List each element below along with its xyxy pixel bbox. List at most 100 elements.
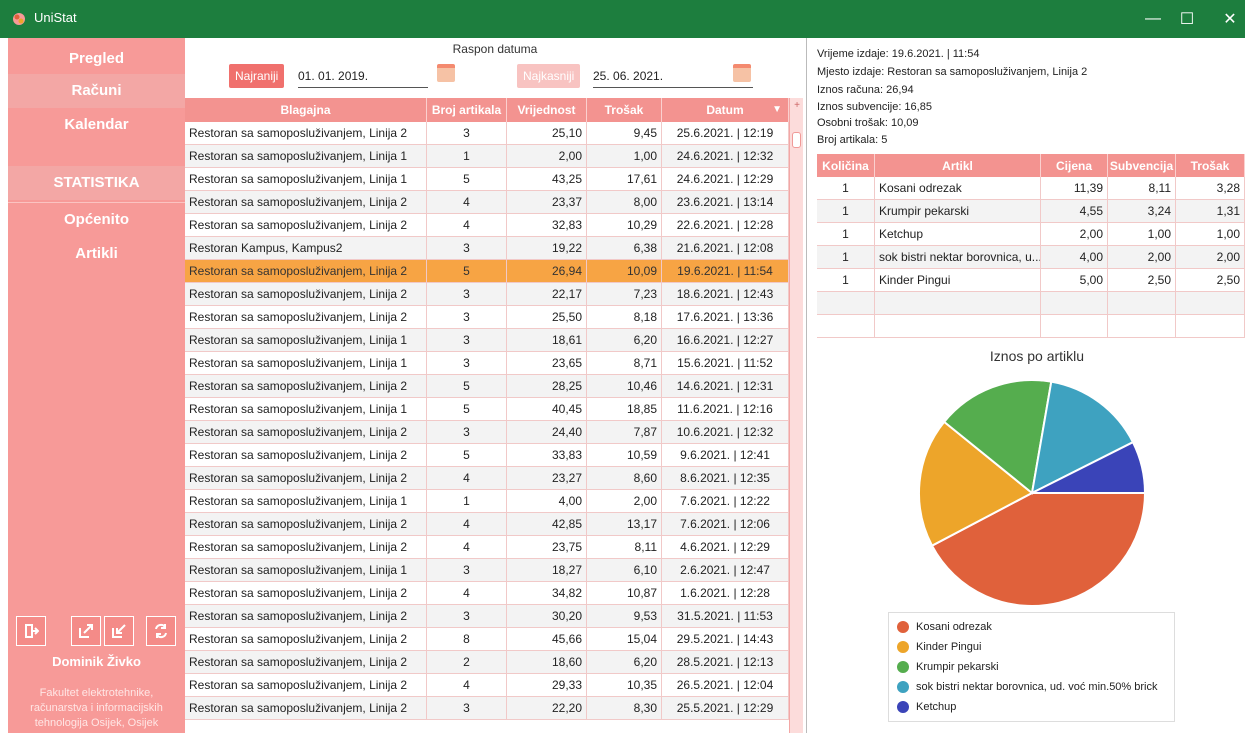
- table-row[interactable]: Restoran sa samoposluživanjem, Linija 23…: [185, 605, 789, 628]
- item-cell: [875, 292, 1041, 315]
- close-button[interactable]: ✕: [1207, 0, 1245, 38]
- nav-racuni[interactable]: Računi: [8, 74, 185, 108]
- latest-button[interactable]: Najkasniji: [517, 64, 581, 88]
- table-row[interactable]: Restoran sa samoposluživanjem, Linija 24…: [185, 674, 789, 697]
- item-cell: 3,24: [1108, 200, 1176, 223]
- col-trosak[interactable]: Trošak: [587, 98, 662, 122]
- table-cell: 22.6.2021. | 12:28: [662, 214, 789, 237]
- table-row[interactable]: Restoran sa samoposluživanjem, Linija 23…: [185, 306, 789, 329]
- col-blagajna[interactable]: Blagajna: [185, 98, 427, 122]
- import-icon[interactable]: [104, 616, 134, 646]
- item-row: [817, 292, 1245, 315]
- table-row[interactable]: Restoran sa samoposluživanjem, Linija 24…: [185, 513, 789, 536]
- calendar-icon[interactable]: [437, 64, 455, 82]
- table-cell: 2: [427, 651, 507, 674]
- legend-label: sok bistri nektar borovnica, ud. voć min…: [916, 681, 1158, 693]
- table-cell: 6,20: [587, 329, 662, 352]
- table-cell: Restoran sa samoposluživanjem, Linija 2: [185, 582, 427, 605]
- table-cell: 9.6.2021. | 12:41: [662, 444, 789, 467]
- table-row[interactable]: Restoran sa samoposluživanjem, Linija 24…: [185, 214, 789, 237]
- item-cell: [875, 315, 1041, 338]
- table-row[interactable]: Restoran sa samoposluživanjem, Linija 15…: [185, 168, 789, 191]
- table-row[interactable]: Restoran sa samoposluživanjem, Linija 13…: [185, 329, 789, 352]
- table-cell: 4,00: [507, 490, 587, 513]
- table-cell: Restoran sa samoposluživanjem, Linija 2: [185, 628, 427, 651]
- col-subvencija[interactable]: Subvencija: [1108, 154, 1176, 178]
- table-row[interactable]: Restoran sa samoposluživanjem, Linija 15…: [185, 398, 789, 421]
- logout-icon[interactable]: [16, 616, 46, 646]
- table-row[interactable]: Restoran sa samoposluživanjem, Linija 25…: [185, 375, 789, 398]
- item-row[interactable]: 1 sok bistri nektar borovnica, u... 4,00 2,…: [817, 246, 1245, 269]
- items-header: Količina Artikl Cijena Subvencija Trošak: [817, 154, 1245, 178]
- item-cell: sok bistri nektar borovnica, u...: [875, 246, 1041, 269]
- col-vrijednost[interactable]: Vrijednost: [507, 98, 587, 122]
- item-row[interactable]: 1 Ketchup 2,00 1,00 1,00: [817, 223, 1245, 246]
- item-cell: Ketchup: [875, 223, 1041, 246]
- statistika-header: STATISTIKA: [8, 166, 185, 200]
- table-row[interactable]: Restoran sa samoposluživanjem, Linija 11…: [185, 145, 789, 168]
- table-row[interactable]: Restoran sa samoposluživanjem, Linija 24…: [185, 582, 789, 605]
- table-row[interactable]: Restoran Kampus, Kampus2 3 19,22 6,38 21.6.2…: [185, 237, 789, 260]
- table-cell: 7,23: [587, 283, 662, 306]
- table-row[interactable]: Restoran sa samoposluživanjem, Linija 24…: [185, 191, 789, 214]
- table-row[interactable]: Restoran sa samoposluživanjem, Linija 24…: [185, 536, 789, 559]
- table-row[interactable]: Restoran sa samoposluživanjem, Linija 23…: [185, 421, 789, 444]
- table-cell: 33,83: [507, 444, 587, 467]
- table-cell: 15,04: [587, 628, 662, 651]
- table-row[interactable]: Restoran sa samoposluživanjem, Linija 23…: [185, 122, 789, 145]
- col-trosak[interactable]: Trošak: [1176, 154, 1245, 178]
- table-cell: 18,85: [587, 398, 662, 421]
- chart-legend: Kosani odrezak Kinder Pingui Krumpir pekar…: [888, 612, 1175, 722]
- legend-label: Ketchup: [916, 701, 957, 713]
- refresh-icon[interactable]: [146, 616, 176, 646]
- calendar-icon[interactable]: [733, 64, 751, 82]
- table-row[interactable]: Restoran sa samoposluživanjem, Linija 23…: [185, 697, 789, 720]
- legend-swatch: [897, 701, 909, 713]
- table-row[interactable]: Restoran sa samoposluživanjem, Linija 25…: [185, 444, 789, 467]
- legend-swatch: [897, 681, 909, 693]
- table-cell: 9,53: [587, 605, 662, 628]
- table-scrollbar[interactable]: +: [789, 98, 803, 733]
- nav-artikli[interactable]: Artikli: [8, 237, 185, 271]
- col-cijena[interactable]: Cijena: [1041, 154, 1108, 178]
- table-cell: 25,10: [507, 122, 587, 145]
- item-row[interactable]: 1 Kosani odrezak 11,39 8,11 3,28: [817, 177, 1245, 200]
- col-datum[interactable]: Datum ▼: [662, 98, 789, 122]
- legend-swatch: [897, 661, 909, 673]
- item-row[interactable]: 1 Kinder Pingui 5,00 2,50 2,50: [817, 269, 1245, 292]
- table-cell: Restoran sa samoposluživanjem, Linija 1: [185, 145, 427, 168]
- date-from-field[interactable]: 01. 01. 2019.: [298, 64, 428, 88]
- maximize-button[interactable]: ☐: [1164, 0, 1210, 38]
- nav-opcenito[interactable]: Općenito: [8, 203, 185, 237]
- item-row[interactable]: 1 Krumpir pekarski 4,55 3,24 1,31: [817, 200, 1245, 223]
- user-name: Dominik Živko: [52, 654, 141, 669]
- table-cell: 1: [427, 490, 507, 513]
- item-cell: 8,11: [1108, 177, 1176, 200]
- col-artikl[interactable]: Artikl: [875, 154, 1041, 178]
- add-column-icon[interactable]: +: [792, 100, 802, 120]
- table-row[interactable]: Restoran sa samoposluživanjem, Linija 11…: [185, 490, 789, 513]
- legend-swatch: [897, 621, 909, 633]
- sort-desc-icon: ▼: [772, 104, 782, 115]
- table-cell: 18.6.2021. | 12:43: [662, 283, 789, 306]
- table-cell: Restoran sa samoposluživanjem, Linija 2: [185, 260, 427, 283]
- table-row[interactable]: Restoran sa samoposluživanjem, Linija 25…: [185, 260, 789, 283]
- col-broj-artikala[interactable]: Broj artikala: [427, 98, 507, 122]
- export-icon[interactable]: [71, 616, 101, 646]
- nav-kalendar[interactable]: Kalendar: [8, 108, 185, 142]
- nav-pregled[interactable]: Pregled: [8, 42, 185, 76]
- table-cell: 8,71: [587, 352, 662, 375]
- table-row[interactable]: Restoran sa samoposluživanjem, Linija 23…: [185, 283, 789, 306]
- date-to-field[interactable]: 25. 06. 2021.: [593, 64, 753, 88]
- table-cell: 4.6.2021. | 12:29: [662, 536, 789, 559]
- table-row[interactable]: Restoran sa samoposluživanjem, Linija 22…: [185, 651, 789, 674]
- table-row[interactable]: Restoran sa samoposluživanjem, Linija 28…: [185, 628, 789, 651]
- col-kolicina[interactable]: Količina: [817, 154, 875, 178]
- table-row[interactable]: Restoran sa samoposluživanjem, Linija 24…: [185, 467, 789, 490]
- earliest-button[interactable]: Najraniji: [229, 64, 285, 88]
- table-row[interactable]: Restoran sa samoposluživanjem, Linija 13…: [185, 352, 789, 375]
- item-cell: 4,55: [1041, 200, 1108, 223]
- table-cell: 1: [427, 145, 507, 168]
- table-row[interactable]: Restoran sa samoposluživanjem, Linija 13…: [185, 559, 789, 582]
- scroll-thumb[interactable]: [792, 132, 801, 148]
